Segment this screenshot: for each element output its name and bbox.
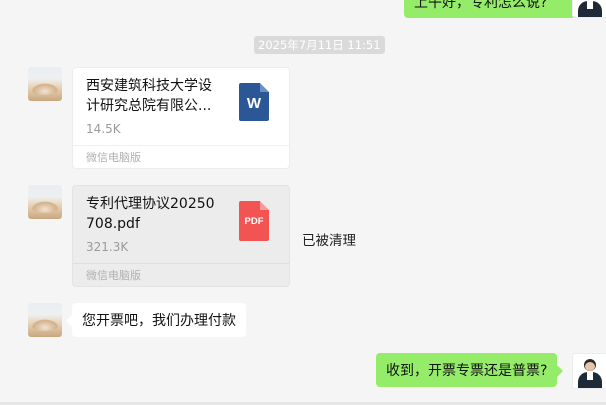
message-text: 收到，开票专票还是普票? [386, 363, 548, 379]
file-size: 14.5K [86, 122, 121, 136]
file-name: 西安建筑科技大学设计研究总院有限公... [86, 78, 212, 114]
message-bubble-outgoing-partial[interactable]: 上午好，专利怎么说? [404, 0, 582, 18]
bubble-tail [557, 365, 564, 377]
card-divider [73, 145, 289, 146]
file-source-label: 微信电脑版 [86, 269, 141, 282]
avatar-self[interactable] [572, 0, 606, 18]
pdf-icon: PDF [239, 201, 269, 241]
message-bubble-outgoing[interactable]: 收到，开票专票还是普票? [376, 353, 564, 387]
file-cleaned-status: 已被清理 [302, 233, 356, 249]
avatar-contact[interactable] [28, 303, 62, 337]
message-text: 您开票吧，我们办理付款 [82, 313, 236, 329]
word-doc-icon: W [239, 83, 269, 121]
card-divider [73, 263, 289, 264]
file-message-card-pdf[interactable]: 专利代理协议20250708.pdf PDF 321.3K 微信电脑版 [72, 185, 290, 287]
message-bubble-incoming[interactable]: 您开票吧，我们办理付款 [66, 303, 246, 337]
file-name: 专利代理协议20250708.pdf [86, 196, 215, 232]
avatar-contact[interactable] [28, 185, 62, 219]
avatar-contact[interactable] [28, 67, 62, 101]
file-source-label: 微信电脑版 [86, 151, 141, 164]
avatar-self[interactable] [572, 353, 606, 389]
file-message-card-word[interactable]: 西安建筑科技大学设计研究总院有限公... W 14.5K 微信电脑版 [72, 67, 290, 169]
message-timestamp: 2025年7月11日 11:51 [254, 36, 385, 54]
message-text: 上午好，专利怎么说? [414, 0, 548, 11]
bubble-tail [66, 315, 72, 327]
file-size: 321.3K [86, 240, 129, 254]
